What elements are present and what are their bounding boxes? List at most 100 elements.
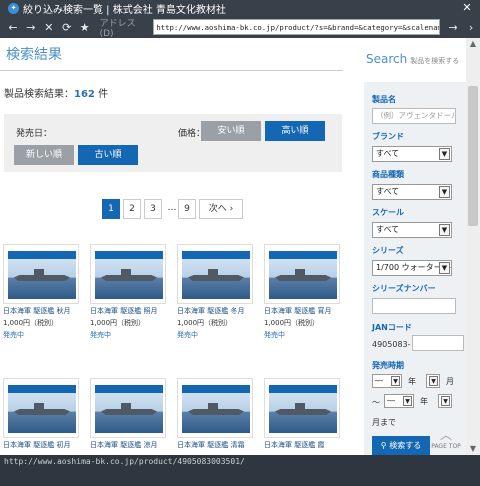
chevron-down-icon[interactable]: ▼ — [429, 376, 438, 386]
browser-app-icon: ✦ — [8, 2, 19, 14]
product-card[interactable]: 日本海軍 駆逐艦 初月 — [3, 378, 81, 450]
search-sidebar: Search 製品を検索する 製品名 （例）アヴェンタドール ブランド すべて ▼ … — [364, 38, 466, 455]
result-count: 製品検索結果：162 件 — [4, 85, 108, 100]
chevron-down-icon[interactable]: ▼ — [391, 376, 400, 386]
search-button-label: 検索する — [389, 441, 422, 450]
page-top-link[interactable]: ︿ PAGE TOP — [428, 426, 464, 450]
scroll-down-icon[interactable]: ▼ — [466, 443, 480, 455]
scale-select-value: すべて — [376, 225, 400, 234]
category-label: 商品種類 — [372, 170, 404, 179]
scale-select[interactable]: すべて ▼ — [372, 222, 452, 238]
product-name-input[interactable]: （例）アヴェンタドール — [372, 108, 456, 124]
forward-button[interactable]: → — [22, 18, 40, 36]
page-9-link[interactable]: 9 — [178, 199, 196, 219]
close-window-button[interactable]: ✕ — [460, 1, 474, 15]
brand-select[interactable]: すべて ▼ — [372, 146, 452, 162]
chevron-down-icon[interactable]: ▼ — [439, 224, 450, 236]
category-select-value: すべて — [376, 187, 400, 196]
stop-button[interactable]: ✕ — [40, 18, 58, 36]
pagination: 1 2 3 … 9 次へ › — [0, 199, 358, 219]
sort-expensive-button[interactable]: 高い順 — [265, 121, 325, 141]
range-separator: ～ — [372, 398, 380, 407]
page-1-link[interactable]: 1 — [102, 199, 120, 219]
sidebar-heading: Search 製品を検索する — [366, 52, 459, 66]
next-page-link[interactable]: 次へ › — [199, 199, 243, 219]
product-card[interactable]: 日本海軍 駆逐艦 涼月 — [90, 378, 168, 450]
product-name-link[interactable]: 日本海軍 駆逐艦 初月 — [3, 440, 81, 450]
title-bar: ✦ 絞り込み検索一覧 | 株式会社 青島文化教材社 ✕ — [0, 0, 480, 16]
product-box-art-image[interactable] — [3, 378, 79, 438]
product-name-link[interactable]: 日本海軍 駆逐艦 清霜 — [177, 440, 255, 450]
product-box-art-image[interactable] — [90, 378, 166, 438]
scale-label: スケール — [372, 208, 404, 217]
product-box-art-image[interactable] — [177, 244, 253, 304]
product-card[interactable]: 日本海軍 駆逐艦 宵月 1,000円（税別） 発売中 — [264, 244, 342, 340]
product-card[interactable]: 日本海軍 駆逐艦 照月 1,000円（税別） 発売中 — [90, 244, 168, 340]
series-label: シリーズ — [372, 246, 404, 255]
browser-toolbar: ← → ✕ ⟳ ★ アドレス(D) http://www.aoshima-bk.… — [0, 16, 480, 39]
sort-newest-button[interactable]: 新しい順 — [14, 145, 74, 165]
address-bar-input[interactable]: http://www.aoshima-bk.co.jp/product/?s=&… — [153, 19, 441, 35]
back-button[interactable]: ← — [4, 18, 22, 36]
product-card[interactable]: 日本海軍 駆逐艦 清霜 — [177, 378, 255, 450]
refresh-button[interactable]: ⟳ — [58, 18, 76, 36]
product-box-art-image[interactable] — [3, 244, 79, 304]
category-select[interactable]: すべて ▼ — [372, 184, 452, 200]
status-url: http://www.aoshima-bk.co.jp/product/4905… — [4, 457, 245, 466]
search-submit-button[interactable]: ⚲ 検索する — [372, 436, 430, 455]
product-status: 発売中 — [177, 331, 198, 339]
product-box-art-image[interactable] — [177, 378, 253, 438]
release-period-label: 発売時期 — [372, 361, 404, 370]
product-name-link[interactable]: 日本海軍 駆逐艦 宵月 — [264, 306, 342, 316]
jan-code-input[interactable] — [412, 335, 464, 351]
chevron-down-icon[interactable]: ▼ — [439, 262, 450, 274]
series-number-input[interactable] — [372, 298, 456, 314]
release-from-year-select[interactable]: ― ▼ — [372, 374, 402, 388]
sidebar-heading-sub: 製品を検索する — [410, 57, 460, 65]
chevron-down-icon[interactable]: ▼ — [403, 396, 412, 406]
page-3-link[interactable]: 3 — [144, 199, 162, 219]
series-select[interactable]: 1/700 ウォーターライン▼ — [372, 260, 452, 276]
release-to-year-select[interactable]: ― ▼ — [384, 394, 414, 408]
scroll-up-icon[interactable]: ▲ — [466, 38, 480, 50]
chevron-down-icon[interactable]: ▼ — [439, 148, 450, 160]
search-icon: ⚲ — [380, 441, 387, 450]
sort-cheap-button[interactable]: 安い順 — [201, 121, 261, 141]
release-from-month-select[interactable]: ▼ — [426, 374, 440, 388]
product-name-link[interactable]: 日本海軍 駆逐艦 冬月 — [177, 306, 255, 316]
chevron-up-icon: ︿ — [439, 428, 452, 442]
product-price: 1,000円（税別） — [177, 319, 233, 327]
chevron-down-icon[interactable]: ▼ — [441, 396, 450, 406]
sidebar-heading-text: Search — [366, 52, 408, 66]
product-card[interactable]: 日本海軍 駆逐艦 霞 — [264, 378, 342, 450]
month-label: 月 — [446, 377, 454, 386]
product-name-link[interactable]: 日本海軍 駆逐艦 涼月 — [90, 440, 168, 450]
sort-oldest-button[interactable]: 古い順 — [78, 145, 138, 165]
page-2-link[interactable]: 2 — [123, 199, 141, 219]
product-name-link[interactable]: 日本海軍 駆逐艦 秋月 — [3, 306, 81, 316]
favorite-star-icon[interactable]: ★ — [76, 18, 94, 36]
release-to-year-value: ― — [387, 396, 395, 405]
product-box-art-image[interactable] — [264, 244, 340, 304]
product-box-art-image[interactable] — [90, 244, 166, 304]
search-form-panel: 製品名 （例）アヴェンタドール ブランド すべて ▼ 商品種類 すべて ▼ スケール… — [364, 82, 466, 455]
product-status: 発売中 — [90, 331, 111, 339]
release-to-month-select[interactable]: ▼ — [438, 394, 452, 408]
until-month-label: 月まで — [372, 418, 396, 427]
product-status: 発売中 — [3, 331, 24, 339]
product-card[interactable]: 日本海軍 駆逐艦 冬月 1,000円（税別） 発売中 — [177, 244, 255, 340]
window-title: 絞り込み検索一覧 | 株式会社 青島文化教材社 — [23, 4, 226, 16]
product-name-link[interactable]: 日本海軍 駆逐艦 霞 — [264, 440, 342, 450]
scrollbar-thumb[interactable] — [468, 86, 478, 226]
product-card[interactable]: 日本海軍 駆逐艦 秋月 1,000円（税別） 発売中 — [3, 244, 81, 340]
product-box-art-image[interactable] — [264, 378, 340, 438]
more-menu-icon[interactable]: › — [462, 18, 480, 36]
product-price: 1,000円（税別） — [3, 319, 59, 327]
chevron-down-icon[interactable]: ▼ — [439, 186, 450, 198]
product-name-link[interactable]: 日本海軍 駆逐艦 照月 — [90, 306, 168, 316]
address-label: アドレス(D) — [99, 18, 136, 39]
year-label: 年 — [408, 377, 416, 386]
vertical-scrollbar[interactable]: ▲ ▼ — [466, 38, 480, 455]
title-divider — [0, 70, 343, 71]
go-button[interactable]: → — [444, 18, 462, 36]
